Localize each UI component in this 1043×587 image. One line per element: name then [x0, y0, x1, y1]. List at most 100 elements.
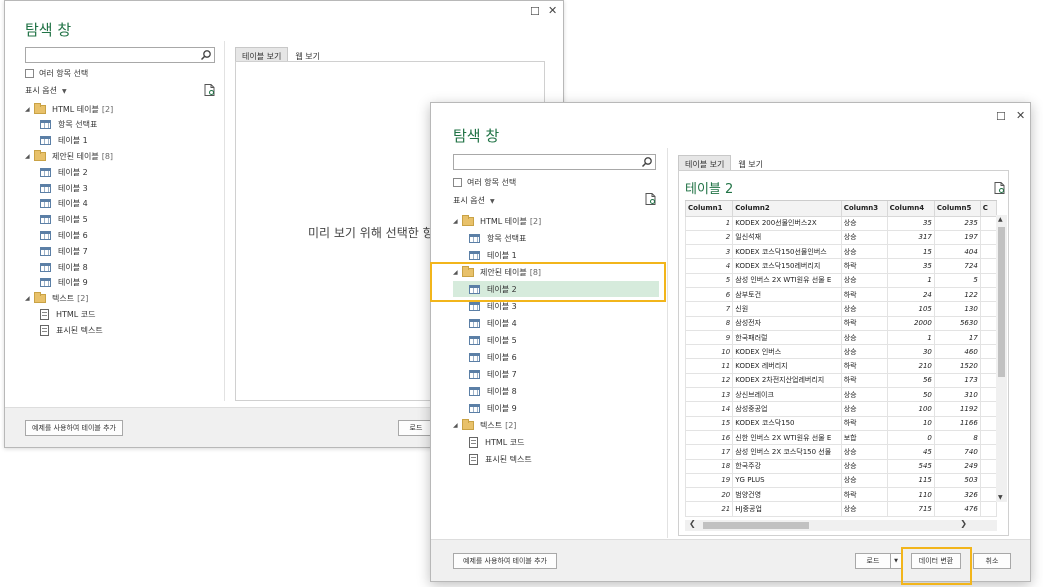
table-cell: 한국주강: [732, 458, 842, 474]
tree-table-item[interactable]: 테이블 7: [25, 243, 225, 259]
multi-select-checkbox[interactable]: 여러 항목 선택: [25, 68, 88, 79]
tree-table-item[interactable]: 테이블 9: [25, 275, 225, 291]
search-input[interactable]: [453, 154, 656, 170]
tree-table-item[interactable]: 테이블 7: [453, 366, 659, 382]
multi-select-checkbox[interactable]: 여러 항목 선택: [453, 177, 516, 188]
tree-table-item[interactable]: 테이블 8: [453, 383, 659, 399]
tree-folder[interactable]: ◢ HTML 테이블 [2]: [453, 213, 659, 229]
column-header[interactable]: Column1: [685, 201, 734, 217]
table-cell: 16: [685, 429, 734, 446]
expand-collapse-icon[interactable]: ◢: [25, 295, 34, 302]
tree-folder[interactable]: ◢ HTML 테이블 [2]: [25, 101, 225, 117]
column-header[interactable]: Column4: [886, 201, 935, 217]
table-cell: 1166: [933, 415, 981, 431]
expand-collapse-icon[interactable]: ◢: [25, 106, 34, 113]
search-icon[interactable]: [200, 49, 212, 61]
checkbox-box[interactable]: [453, 178, 462, 187]
column-header[interactable]: Column5: [933, 201, 981, 217]
refresh-document-icon[interactable]: [204, 84, 215, 96]
table-cell: 10: [886, 415, 935, 431]
close-icon[interactable]: ✕: [1016, 110, 1025, 121]
cancel-button[interactable]: 취소: [973, 553, 1011, 569]
tree-item-label: 테이블 8: [58, 262, 88, 272]
column-header[interactable]: Column3: [840, 201, 888, 217]
refresh-preview-icon[interactable]: [994, 182, 1005, 194]
text-document-icon: [469, 453, 478, 465]
tree-table-item[interactable]: 테이블 5: [25, 212, 225, 228]
tree-text-item[interactable]: 표시된 텍스트: [453, 451, 659, 467]
table-cell: [979, 286, 997, 303]
table-cell: 상승: [840, 344, 888, 360]
display-options-dropdown[interactable]: 표시 옵션 ▼: [453, 195, 495, 206]
tree-table-item[interactable]: 테이블 2: [25, 164, 225, 180]
display-options-label: 표시 옵션: [453, 196, 485, 205]
table-cell: 10: [685, 344, 734, 360]
tree-item-label: HTML 코드: [56, 309, 96, 319]
tree-table-item[interactable]: 테이블 9: [453, 400, 659, 416]
tree-table-item[interactable]: 테이블 8: [25, 259, 225, 275]
tree-text-item[interactable]: HTML 코드: [453, 434, 659, 450]
checkbox-box[interactable]: [25, 69, 34, 78]
table-row: 4 KODEX 코스닥150레버리지 하락 35 724: [685, 258, 997, 274]
tree-text-item[interactable]: HTML 코드: [25, 306, 225, 322]
add-table-using-examples-button[interactable]: 예제를 사용하여 테이블 추가: [25, 420, 123, 436]
folder-icon: [462, 418, 474, 430]
tree-table-item[interactable]: 테이블 4: [453, 315, 659, 331]
table-icon: [469, 335, 480, 345]
expand-collapse-icon[interactable]: ◢: [453, 422, 462, 429]
table-cell: [979, 244, 997, 260]
scroll-down-icon[interactable]: ▼: [998, 494, 1003, 501]
horizontal-scrollbar[interactable]: ❮ ❯: [685, 519, 997, 531]
table-cell: 7: [685, 301, 734, 317]
maximize-icon[interactable]: ☐: [530, 6, 540, 17]
folder-icon: [34, 292, 46, 304]
table-cell: [979, 415, 997, 431]
table-cell: [979, 401, 997, 417]
close-icon[interactable]: ✕: [548, 5, 557, 16]
scroll-right-icon[interactable]: ❯: [960, 519, 967, 528]
tree-table-item[interactable]: 테이블 3: [25, 180, 225, 196]
expand-collapse-icon[interactable]: ◢: [453, 218, 462, 225]
table-cell: 상승: [840, 329, 888, 346]
load-button[interactable]: 로드: [398, 420, 434, 436]
table-cell: 122: [933, 286, 981, 303]
table-row: 15 KODEX 코스닥150 하락 10 1166: [685, 415, 997, 431]
column-header[interactable]: C: [979, 201, 997, 217]
table-row: 12 KODEX 2차전지산업레버리지 하락 56 173: [685, 372, 997, 389]
tree-table-item[interactable]: 항목 선택표: [25, 117, 225, 133]
tree-table-item[interactable]: 테이블 5: [453, 332, 659, 348]
data-grid[interactable]: Column1 Column2 Column3 Column4 Column5 C 1 KO…: [685, 200, 997, 518]
horizontal-scroll-thumb[interactable]: [703, 522, 809, 529]
column-header[interactable]: Column2: [732, 201, 842, 217]
table-cell: KODEX 2차전지산업레버리지: [732, 372, 842, 389]
search-input[interactable]: [25, 47, 215, 63]
table-cell: 상승: [840, 401, 888, 417]
refresh-document-icon[interactable]: [645, 193, 656, 205]
tree-table-item[interactable]: 테이블 1: [25, 133, 225, 149]
expand-collapse-icon[interactable]: ◢: [25, 153, 34, 160]
vertical-scrollbar[interactable]: ▲ ▼: [996, 215, 1007, 502]
tree-table-item[interactable]: 테이블 1: [453, 247, 659, 263]
tree-folder[interactable]: ◢ 텍스트 [2]: [453, 417, 659, 433]
display-options-dropdown[interactable]: 표시 옵션 ▼: [25, 85, 67, 96]
table-cell: 1192: [933, 401, 981, 417]
table-cell: 724: [933, 258, 981, 274]
table-icon: [40, 199, 51, 209]
add-table-using-examples-button[interactable]: 예제를 사용하여 테이블 추가: [453, 553, 557, 569]
table-cell: 476: [933, 501, 981, 517]
scroll-left-icon[interactable]: ❮: [689, 519, 696, 528]
tree-table-item[interactable]: 테이블 4: [25, 196, 225, 212]
load-button[interactable]: 로드: [855, 553, 891, 569]
tree-folder[interactable]: ◢ 제안된 테이블 [8]: [25, 148, 225, 164]
table-cell: 310: [933, 387, 981, 403]
maximize-icon[interactable]: ☐: [996, 111, 1006, 122]
tree-table-item[interactable]: 테이블 6: [453, 349, 659, 365]
search-icon[interactable]: [641, 156, 653, 168]
table-row: 3 KODEX 코스닥150선물인버스 상승 15 404: [685, 244, 997, 260]
tree-text-item[interactable]: 표시된 텍스트: [25, 322, 225, 338]
tree-table-item[interactable]: 테이블 6: [25, 227, 225, 243]
scroll-up-icon[interactable]: ▲: [998, 216, 1003, 223]
vertical-scroll-thumb[interactable]: [998, 227, 1005, 377]
tree-table-item[interactable]: 항목 선택표: [453, 230, 659, 246]
tree-folder[interactable]: ◢ 텍스트 [2]: [25, 291, 225, 307]
